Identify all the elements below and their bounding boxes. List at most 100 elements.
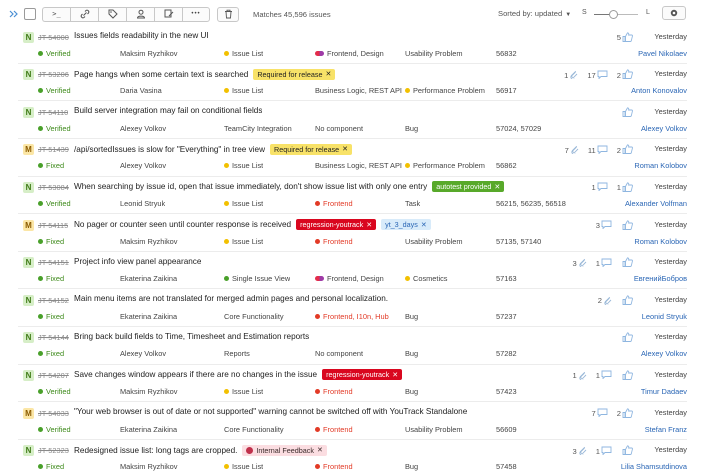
issue-summary-link[interactable]: Redesigned issue list: long tags are cro… [74,446,237,455]
state-field[interactable]: Verified [38,124,71,133]
thumb-counter[interactable] [621,332,633,344]
priority-badge[interactable]: N [23,445,34,457]
component-field[interactable]: Frontend [315,462,353,471]
fixed-in-build-field[interactable]: 56862 [496,161,517,170]
thumb-counter[interactable] [621,257,633,269]
issue-row[interactable]: N JT-53084 When searching by issue id, ope… [18,177,687,215]
assignee-field[interactable]: Alexey Volkov [120,349,166,358]
thumb-counter[interactable] [621,445,633,457]
assignee-link[interactable]: Roman Kolobov [634,161,687,170]
edit-button[interactable] [154,6,182,22]
issue-id-link[interactable]: JT-54144 [38,333,69,342]
thumb-counter[interactable] [621,107,633,119]
issue-summary-link[interactable]: Save changes window appears if there are… [74,370,317,379]
issue-id-link[interactable]: JT-52323 [38,446,69,455]
issue-tag[interactable]: Required for release ✕ [270,143,353,155]
assignee-link[interactable]: Alexey Volkov [641,349,687,358]
issue-summary-link[interactable]: When searching by issue id, open that is… [74,182,427,191]
comment-counter[interactable]: 1 [596,446,612,457]
type-field[interactable]: Bug [405,462,418,471]
state-field[interactable]: Verified [38,387,71,396]
subsystem-field[interactable]: Core Functionality [224,425,284,434]
size-slider-handle[interactable] [609,10,619,19]
command-button[interactable]: >_ [42,6,70,22]
issue-id-link[interactable]: JT-54152 [38,296,69,305]
component-field[interactable]: Business Logic, REST API [315,86,402,95]
thumb-counter[interactable]: 5 [617,31,633,44]
state-field[interactable]: Fixed [38,274,64,283]
issue-summary-link[interactable]: Page hangs when some certain text is sea… [74,70,248,79]
assignee-field[interactable]: Ekaterina Zaikina [120,312,177,321]
fixed-in-build-field[interactable]: 56917 [496,86,517,95]
type-field[interactable]: Bug [405,349,418,358]
issue-summary-link[interactable]: Project info view panel appearance [74,257,201,266]
assignee-link[interactable]: Stefan Franz [645,425,687,434]
priority-badge[interactable]: N [23,181,34,193]
close-icon[interactable]: ✕ [342,145,348,153]
issue-tag[interactable]: autotest provided ✕ [432,181,505,193]
assignee-field[interactable]: Alexey Volkov [120,124,166,133]
state-field[interactable]: Verified [38,199,71,208]
issue-summary-link[interactable]: /api/sortedIssues is slow for "Everythin… [74,145,265,154]
issue-row[interactable]: N JT-54207 Save changes window appears if … [18,365,687,403]
assignee-link[interactable]: Alexey Volkov [641,124,687,133]
issue-id-link[interactable]: JT-53084 [38,183,69,192]
assignee-field[interactable]: Maksim Ryzhikov [120,237,178,246]
issue-row[interactable]: N JT-52323 Redesigned issue list: long tag… [18,440,687,476]
type-field[interactable]: Bug [405,124,418,133]
assign-button[interactable] [126,6,154,22]
issue-id-link[interactable]: JT-54110 [38,108,68,117]
state-field[interactable]: Verified [38,49,71,58]
issue-summary-link[interactable]: Issues fields readability in the new UI [74,31,209,40]
attach-counter[interactable]: 2 [598,295,612,307]
issue-id-link[interactable]: JT-53206 [38,70,69,79]
priority-badge[interactable]: N [23,106,34,118]
subsystem-field[interactable]: Issue List [224,237,263,246]
thumb-counter[interactable] [621,370,633,382]
issue-row[interactable]: N JT-54144 Bring back build fields to Time… [18,327,687,365]
close-icon[interactable]: ✕ [392,371,398,379]
thumb-counter[interactable]: 2 [617,69,633,81]
tag-button[interactable] [98,6,126,22]
component-field[interactable]: Business Logic, REST API [315,161,402,170]
fixed-in-build-field[interactable]: 57282 [496,349,517,358]
thumb-counter[interactable] [621,219,633,232]
issue-id-link[interactable]: JT-54033 [38,409,69,418]
state-field[interactable]: Fixed [38,462,64,471]
issue-summary-link[interactable]: "Your web browser is out of date or not … [74,407,467,416]
delete-button[interactable] [217,6,239,22]
fixed-in-build-field[interactable]: 57024, 57029 [496,124,541,133]
priority-badge[interactable]: N [23,257,34,269]
assignee-link[interactable]: Pavel Nikolaev [638,49,687,58]
type-field[interactable]: Usability Problem [405,49,463,58]
priority-badge[interactable]: M [23,219,34,231]
attach-counter[interactable]: 1 [573,370,587,382]
priority-badge[interactable]: M [23,144,34,156]
type-field[interactable]: Usability Problem [405,425,463,434]
subsystem-field[interactable]: Issue List [224,49,263,58]
thumb-counter[interactable] [621,295,633,307]
close-icon[interactable]: ✕ [494,183,500,191]
close-icon[interactable]: ✕ [366,221,372,229]
subsystem-field[interactable]: Reports [224,349,250,358]
issue-tag[interactable]: Internal Feedback ✕ [242,444,327,456]
size-slider[interactable]: S L [582,8,652,20]
subsystem-field[interactable]: Issue List [224,199,263,208]
state-field[interactable]: Verified [38,425,71,434]
assignee-field[interactable]: Maksim Ryzhikov [120,387,178,396]
priority-badge[interactable]: N [23,69,34,81]
state-field[interactable]: Fixed [38,237,64,246]
issue-tag[interactable]: Required for release ✕ [253,68,336,80]
thumb-counter[interactable]: 2 [617,144,633,156]
component-field[interactable]: Frontend, I10n, Hub [315,312,389,321]
assignee-field[interactable]: Leonid Stryuk [120,199,165,208]
type-field[interactable]: Cosmetics [405,274,448,283]
comment-counter[interactable]: 7 [592,408,608,419]
type-field[interactable]: Performance Problem [405,161,485,170]
type-field[interactable]: Bug [405,387,418,396]
fixed-in-build-field[interactable]: 56609 [496,425,517,434]
issue-id-link[interactable]: JT-51439 [38,145,69,154]
issue-row[interactable]: N JT-53206 Page hangs when some certain te… [18,64,687,102]
sort-dropdown[interactable]: Sorted by: updated ▼ [498,9,571,18]
comment-counter[interactable]: 1 [592,182,608,193]
